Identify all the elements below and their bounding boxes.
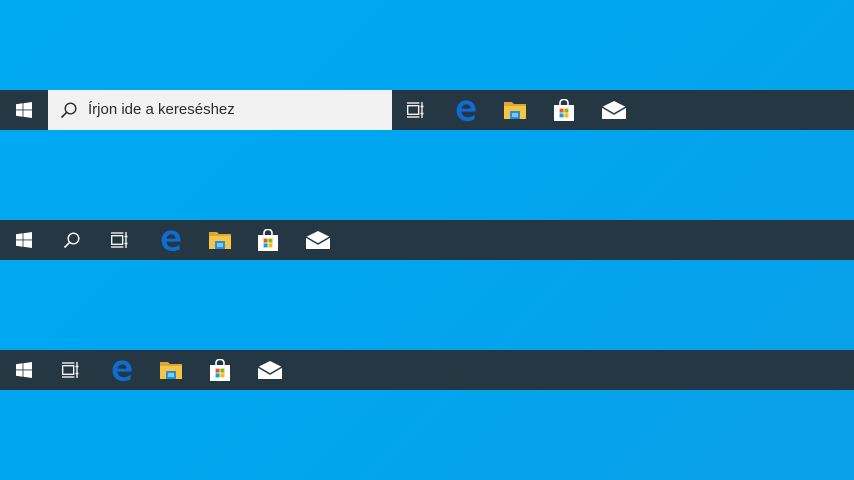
search-button[interactable]: [48, 220, 96, 260]
edge-button[interactable]: [442, 90, 490, 130]
windows-start-icon: [16, 102, 32, 118]
mail-button[interactable]: [246, 350, 294, 390]
edge-button[interactable]: [147, 220, 195, 260]
task-view-button[interactable]: [392, 90, 440, 130]
file-explorer-button[interactable]: [196, 220, 244, 260]
store-button[interactable]: [196, 350, 244, 390]
search-icon: [60, 102, 77, 119]
start-button[interactable]: [0, 220, 48, 260]
task-view-icon: [111, 232, 128, 248]
search-icon: [63, 232, 80, 249]
file-explorer-button[interactable]: [491, 90, 539, 130]
taskbar-search-hidden: [0, 350, 854, 390]
search-placeholder: Írjon ide a kereséshez: [88, 101, 235, 118]
taskbar-with-search-icon: [0, 220, 854, 260]
edge-button[interactable]: [98, 350, 146, 390]
edge-icon: [161, 230, 181, 251]
file-explorer-button[interactable]: [147, 350, 195, 390]
windows-start-icon: [16, 362, 32, 378]
store-icon: [258, 229, 278, 251]
edge-icon: [456, 100, 476, 121]
file-explorer-icon: [209, 232, 231, 249]
task-view-icon: [62, 362, 79, 378]
store-icon: [210, 359, 230, 381]
windows-start-icon: [16, 232, 32, 248]
task-view-icon: [407, 102, 424, 118]
mail-icon: [258, 361, 282, 379]
mail-icon: [602, 101, 626, 119]
edge-icon: [112, 360, 132, 381]
store-button[interactable]: [244, 220, 292, 260]
taskbar-with-search-box: Írjon ide a kereséshez: [0, 90, 854, 130]
search-box[interactable]: Írjon ide a kereséshez: [48, 90, 392, 130]
mail-button[interactable]: [590, 90, 638, 130]
start-button[interactable]: [0, 350, 48, 390]
mail-button[interactable]: [294, 220, 342, 260]
mail-icon: [306, 231, 330, 249]
file-explorer-icon: [160, 362, 182, 379]
task-view-button[interactable]: [96, 220, 144, 260]
start-button[interactable]: [0, 90, 48, 130]
store-button[interactable]: [540, 90, 588, 130]
store-icon: [554, 99, 574, 121]
task-view-button[interactable]: [47, 350, 95, 390]
file-explorer-icon: [504, 102, 526, 119]
